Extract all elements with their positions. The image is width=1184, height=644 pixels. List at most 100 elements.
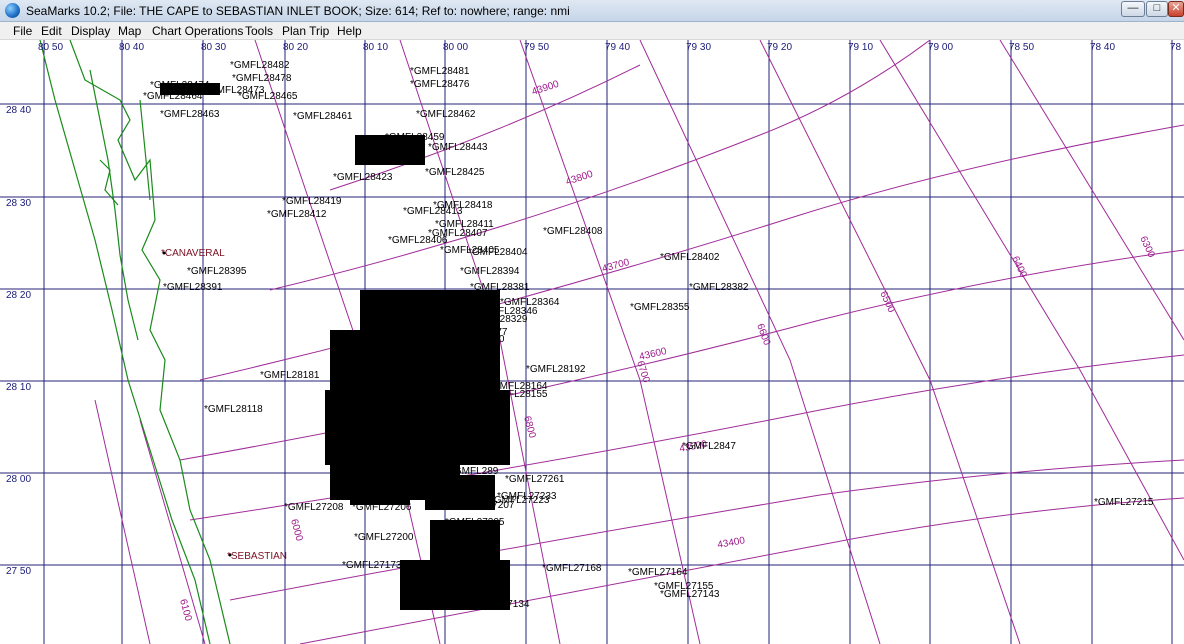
waypoint-label[interactable]: *GMFL27215 (1094, 497, 1154, 508)
lon-label: 79 20 (767, 42, 792, 53)
waypoint-label[interactable]: *GMFL28478 (232, 73, 292, 84)
lon-label: 78 40 (1090, 42, 1115, 53)
waypoint-label[interactable]: *GMFL28181 (260, 370, 320, 381)
waypoint-label[interactable]: *GMFL27173 (342, 560, 402, 571)
waypoint-label[interactable]: *GMFL28425 (425, 167, 485, 178)
loran-label: 6600 (754, 322, 772, 347)
waypoint-label[interactable]: *GMFL28482 (230, 60, 290, 71)
waypoint-label[interactable]: *GMFL28406 (388, 235, 448, 246)
globe-icon (5, 3, 20, 18)
waypoint-label[interactable]: *GMFL27205 (445, 517, 505, 528)
lat-label: 28 30 (6, 198, 31, 209)
waypoint-label[interactable]: *GMFL2823 (456, 452, 510, 463)
waypoint-label[interactable]: *GMFL28408 (543, 226, 603, 237)
waypoint-label[interactable]: *GMFL27168 (542, 563, 602, 574)
loran-label: 6100 (177, 598, 193, 623)
menu-help[interactable]: Help (337, 24, 362, 38)
waypoint-label[interactable]: *GMFL28404 (468, 247, 528, 258)
waypoint-label[interactable]: *GMFL27206 (352, 502, 412, 513)
longitude-grid (43, 40, 1173, 644)
lat-label: 28 00 (6, 474, 31, 485)
loran-label: 43700 (601, 257, 631, 275)
lon-label: 79 40 (605, 42, 630, 53)
waypoint-label[interactable]: *GMFL289 (450, 466, 499, 477)
place-label-canaveral[interactable]: *CANAVERAL (161, 248, 225, 259)
waypoint-label[interactable]: *GMFL28462 (416, 109, 476, 120)
lon-label: 80 20 (283, 42, 308, 53)
lon-label: 80 00 (443, 42, 468, 53)
title-bar: SeaMarks 10.2; File: THE CAPE to SEBASTI… (0, 0, 1184, 22)
lon-label: 78 50 (1009, 42, 1034, 53)
waypoint-label[interactable]: *GMFL27200 (354, 532, 414, 543)
waypoint-label[interactable]: *GMFL28419 (282, 196, 342, 207)
lon-label: 80 40 (119, 42, 144, 53)
waypoint-label[interactable]: *GMFL27207 (455, 500, 515, 511)
waypoint-label[interactable]: *GMFL28260 (445, 334, 505, 345)
longitude-labels: 80 50 80 40 80 30 80 20 80 10 80 00 79 5… (38, 42, 1182, 53)
lat-label: 28 10 (6, 382, 31, 393)
waypoint-label[interactable]: *GMFL28391 (163, 282, 223, 293)
loran-label: 6000 (288, 518, 304, 543)
waypoint-label[interactable]: *GMFL28443 (428, 142, 488, 153)
menu-map[interactable]: Map (118, 24, 141, 38)
waypoint-label[interactable]: *GMFL28465 (238, 91, 298, 102)
loran-label: 6500 (877, 290, 897, 315)
menu-bar: File Edit Display Map Chart Operations T… (0, 22, 1184, 40)
waypoint-label[interactable]: *GMFL28329 (468, 314, 528, 325)
waypoint-label[interactable]: *GMFL27143 (660, 589, 720, 600)
waypoint-label[interactable]: *GMFL28464 (143, 91, 203, 102)
waypoint-label[interactable]: *GMFL27261 (505, 474, 565, 485)
menu-chart-operations[interactable]: Chart Operations (152, 24, 243, 38)
waypoint-label[interactable]: *GMFL28463 (160, 109, 220, 120)
menu-tools[interactable]: Tools (245, 24, 273, 38)
waypoint-label[interactable]: *GMFL28155 (488, 389, 548, 400)
waypoint-label[interactable]: *GMFL28192 (526, 364, 586, 375)
waypoint-label[interactable]: *GMFL27208 (284, 502, 344, 513)
menu-file[interactable]: File (13, 24, 32, 38)
maximize-button[interactable]: □ (1146, 1, 1168, 17)
waypoint-label[interactable]: *GMFL28412 (267, 209, 327, 220)
loran-label: 6800 (521, 415, 537, 440)
waypoint-label[interactable]: *GMFL28395 (187, 266, 247, 277)
waypoint-label[interactable]: *GMFL28476 (410, 79, 470, 90)
waypoint-label[interactable]: *GMFL28481 (410, 66, 470, 77)
waypoint-label[interactable]: *GMFL28118 (204, 404, 263, 415)
waypoint-label[interactable]: *GMFL28382 (689, 282, 749, 293)
menu-edit[interactable]: Edit (41, 24, 62, 38)
waypoint-label[interactable]: *GMFL28394 (460, 266, 520, 277)
lon-label: 80 50 (38, 42, 63, 53)
loran-label: 6400 (1009, 255, 1029, 280)
waypoint-label[interactable]: *GMFL27164 (628, 567, 688, 578)
waypoint-label[interactable]: *GMFL28381 (470, 282, 530, 293)
loran-labels: 43900 43800 43700 43600 43500 43400 6300… (177, 79, 1157, 623)
lon-label: 79 50 (524, 42, 549, 53)
loran-label: 43800 (565, 169, 595, 188)
dense-waypoint-cluster (160, 83, 510, 610)
place-label-sebastian[interactable]: *SEBASTIAN (227, 551, 287, 562)
waypoint-label[interactable]: *GMFL27134 (470, 599, 530, 610)
waypoint-label[interactable]: *GMFL28413 (403, 206, 463, 217)
menu-plan-trip[interactable]: Plan Trip (282, 24, 329, 38)
window-title: SeaMarks 10.2; File: THE CAPE to SEBASTI… (26, 4, 570, 18)
lat-label: 28 20 (6, 290, 31, 301)
menu-display[interactable]: Display (71, 24, 110, 38)
latitude-labels: 28 40 28 30 28 20 28 10 28 00 27 50 (6, 105, 31, 577)
waypoint-label[interactable]: *GMFL28474 (150, 80, 210, 91)
lon-label: 79 10 (848, 42, 873, 53)
waypoint-label[interactable]: *GMFL28355 (630, 302, 690, 313)
lon-label: 79 00 (928, 42, 953, 53)
close-button[interactable]: ✕ (1168, 1, 1184, 17)
minimize-button[interactable]: — (1121, 1, 1145, 17)
waypoint-label[interactable]: *GMFL28461 (293, 111, 353, 122)
waypoint-label[interactable]: *GMFL28402 (660, 252, 720, 263)
lat-label: 27 50 (6, 566, 31, 577)
waypoint-label[interactable]: *GMFL28423 (333, 172, 393, 183)
waypoint-label[interactable]: *GMFL2863 (452, 433, 506, 444)
loran-label: 43400 (717, 535, 747, 551)
lat-label: 28 40 (6, 105, 31, 116)
lon-label: 80 10 (363, 42, 388, 53)
waypoint-label[interactable]: *GMFL2847 (682, 441, 736, 452)
lon-label: 79 30 (686, 42, 711, 53)
coastline (39, 40, 231, 644)
chart-map[interactable]: 80 50 80 40 80 30 80 20 80 10 80 00 79 5… (0, 40, 1184, 644)
